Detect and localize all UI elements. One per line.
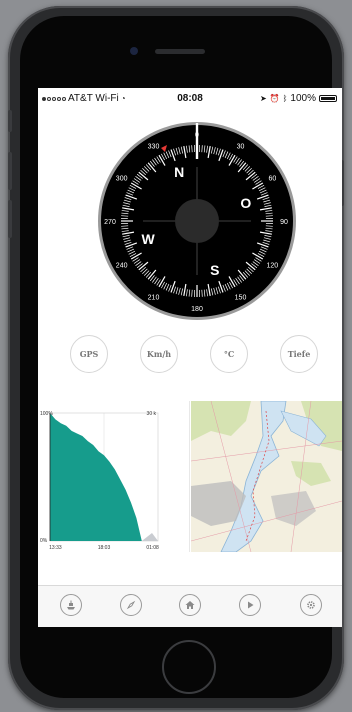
tab-settings[interactable] xyxy=(300,594,322,616)
compass-degree-label: 150 xyxy=(235,294,247,301)
chart-area xyxy=(50,413,142,541)
compass-degree-label: 180 xyxy=(191,306,203,313)
bluetooth-icon: ᛒ xyxy=(282,94,288,103)
compass[interactable]: 0306090120150180210240270300330NOSW xyxy=(97,121,297,321)
chart-remainder-area xyxy=(141,533,158,541)
compass-degree-label: 90 xyxy=(280,219,288,226)
status-bar: AT&T Wi-Fi ◔ 08:08 ➤ ⏰ ᛒ 100% xyxy=(38,88,342,108)
mute-switch xyxy=(8,110,12,132)
sensor-button-depth[interactable]: Tiefe xyxy=(280,335,318,373)
app-screen: AT&T Wi-Fi ◔ 08:08 ➤ ⏰ ᛒ 100% 0306090120… xyxy=(38,88,342,627)
home-button[interactable] xyxy=(162,640,216,694)
front-camera xyxy=(130,47,138,55)
location-arrow-icon: ➤ xyxy=(259,94,267,103)
chart-y-bottom-label: 0% xyxy=(40,538,48,544)
battery-percent: 100% xyxy=(290,93,316,104)
compass-cardinal-south: S xyxy=(210,262,219,278)
compass-degree-label: 330 xyxy=(148,144,160,151)
status-right: ➤ ⏰ ᛒ 100% xyxy=(260,93,337,104)
chart-y-top-label: 100% xyxy=(40,411,53,417)
map-panel[interactable] xyxy=(191,401,342,552)
alarm-icon: ⏰ xyxy=(269,94,280,103)
ship-icon xyxy=(67,600,75,610)
sensor-button-temperature[interactable]: °C xyxy=(210,335,248,373)
compass-hub xyxy=(175,199,219,243)
sensor-buttons: GPS Km/h °C Tiefe xyxy=(38,335,342,375)
chart-x-tick-label: 01:08 xyxy=(146,545,159,551)
tab-compass[interactable] xyxy=(120,594,142,616)
battery-chart-panel[interactable]: 100% 0% 30 k 13:33 18:03 01:08 xyxy=(38,401,190,552)
battery-icon xyxy=(319,95,337,102)
compass-degree-label: 30 xyxy=(237,144,245,151)
compass-cardinal-east: O xyxy=(240,195,251,211)
compass-cardinal-north: N xyxy=(174,164,184,180)
play-icon xyxy=(248,601,254,609)
volume-down-button xyxy=(8,200,12,238)
sensor-button-speed[interactable]: Km/h xyxy=(140,335,178,373)
chart-right-top-label: 30 k xyxy=(147,411,157,417)
compass-degree-label: 120 xyxy=(267,263,279,270)
battery-chart: 100% 0% 30 k 13:33 18:03 01:08 xyxy=(40,411,159,551)
compass-icon xyxy=(126,600,136,610)
compass-degree-label: 240 xyxy=(116,263,128,270)
gear-icon xyxy=(307,601,315,609)
nautical-map xyxy=(191,401,342,552)
compass-degree-label: 210 xyxy=(148,294,160,301)
sensor-button-gps[interactable]: GPS xyxy=(70,335,108,373)
tab-ship[interactable] xyxy=(60,594,82,616)
chart-x-tick-label: 13:33 xyxy=(49,545,62,551)
home-icon xyxy=(185,601,195,609)
earpiece-speaker xyxy=(155,49,205,54)
volume-up-button xyxy=(8,152,12,190)
compass-dial: 0306090120150180210240270300330NOSW xyxy=(98,122,296,320)
compass-cardinal-west: W xyxy=(142,231,156,247)
tab-bar xyxy=(38,585,342,627)
chart-x-tick-label: 18:03 xyxy=(98,545,111,551)
compass-degree-label: 270 xyxy=(104,219,116,226)
compass-degree-label: 60 xyxy=(268,176,276,183)
compass-degree-label: 300 xyxy=(116,176,128,183)
tab-home[interactable] xyxy=(179,594,201,616)
tab-play[interactable] xyxy=(239,594,261,616)
